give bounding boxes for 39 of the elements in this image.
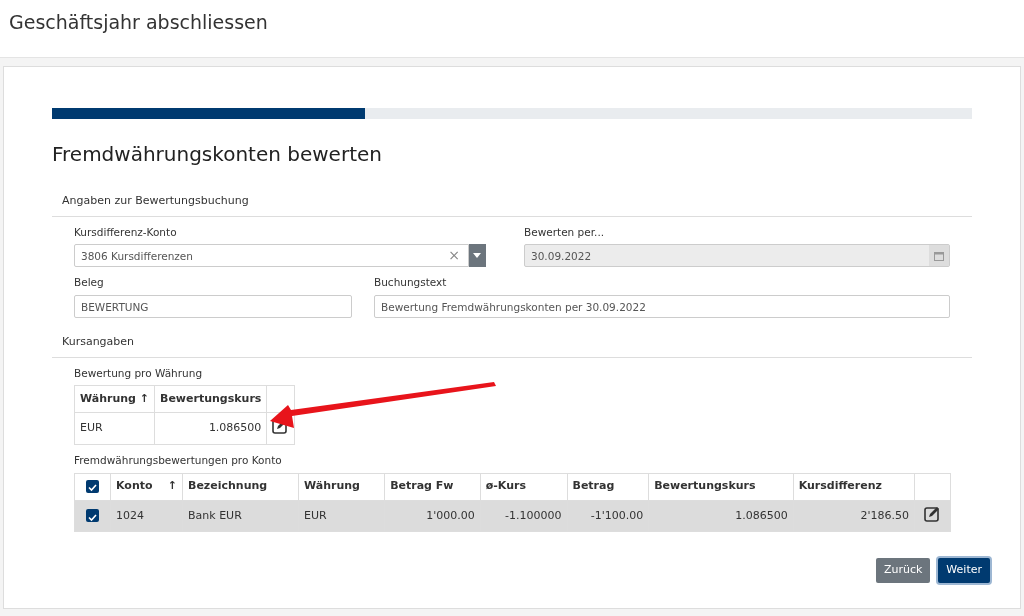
section-title: Kursangaben xyxy=(52,334,972,358)
row-checkbox[interactable] xyxy=(86,509,99,522)
section-title: Angaben zur Bewertungsbuchung xyxy=(52,193,972,217)
column-header[interactable]: Währung ↑ xyxy=(74,385,155,413)
field-label: Kursdifferenz-Konto xyxy=(74,224,178,240)
edit-icon[interactable] xyxy=(923,504,941,522)
column-header[interactable]: Bewertungskurs xyxy=(154,385,267,413)
booking-text-field[interactable]: Bewertung Fremdwährungskonten per 30.09.2022 xyxy=(374,295,950,318)
select-all-checkbox[interactable] xyxy=(86,479,99,493)
field-label: Buchungstext xyxy=(374,275,448,291)
field-label: Beleg xyxy=(74,275,105,291)
table-cell: 1024 xyxy=(110,500,183,532)
table-cell: -1'100.00 xyxy=(567,500,649,532)
column-header[interactable]: Bewertungskurs xyxy=(648,473,794,500)
page-heading: Fremdwährungskonten bewerten xyxy=(52,141,383,168)
column-header[interactable]: Bezeichnung xyxy=(182,473,299,500)
table-cell: 2'186.50 xyxy=(793,500,915,532)
table-title: Bewertung pro Währung xyxy=(74,365,204,381)
column-header[interactable]: Währung xyxy=(298,473,385,500)
sort-arrow-icon[interactable]: ↑ xyxy=(167,478,177,495)
column-header[interactable]: Kursdifferenz xyxy=(793,473,915,500)
column-header[interactable]: Betrag xyxy=(567,473,649,500)
column-header[interactable]: ø-Kurs xyxy=(480,473,567,500)
table-cell: 1.086500 xyxy=(648,500,794,532)
next-button[interactable]: Weiter xyxy=(938,558,990,583)
table-cell: 1'000.00 xyxy=(384,500,481,532)
page-title: Geschäftsjahr abschliessen xyxy=(0,0,1024,58)
table-cell: -1.100000 xyxy=(480,500,567,532)
column-header[interactable]: Betrag Fw xyxy=(384,473,481,500)
table-cell: EUR xyxy=(298,500,385,532)
table-cell: 1.086500 xyxy=(154,412,267,445)
back-button[interactable]: Zurück xyxy=(875,558,931,583)
table-title: Fremdwährungsbewertungen pro Konto xyxy=(74,452,283,468)
receipt-field[interactable]: BEWERTUNG xyxy=(74,295,352,318)
table-cell: Bank EUR xyxy=(182,500,299,532)
field-label: Bewerten per... xyxy=(524,224,606,240)
clear-icon[interactable]: × xyxy=(442,245,466,267)
column-header[interactable]: Konto xyxy=(116,478,153,495)
table-cell: EUR xyxy=(74,412,155,445)
